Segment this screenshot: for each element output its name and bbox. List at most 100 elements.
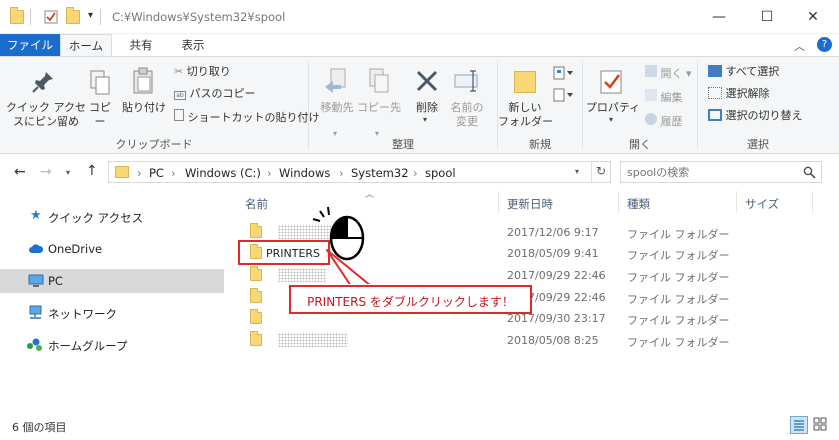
copy-path-button[interactable]: ab パスのコピー [174,87,256,101]
search-icon[interactable] [803,166,816,179]
nav-item-pc[interactable]: PC [0,269,224,293]
breadcrumb-windows-c[interactable]: Windows (C:) [185,166,261,180]
breadcrumb-windows[interactable]: Windows [279,166,330,180]
pin-icon [32,72,53,93]
move-to-button[interactable]: 移動先 [313,101,361,115]
clipboard-group: クイック アクセ スにピン留め コピー 貼り付け ✂ 切り取り ab パスのコピ… [0,57,319,155]
copy-icon [90,70,110,95]
select-none-label: 選択解除 [725,87,770,100]
column-divider[interactable] [618,191,619,213]
folder-icon [250,266,262,281]
address-dropdown-icon[interactable]: ▾ [575,167,579,176]
table-row[interactable]: 2017/09/29 22:46 ファイル フォルダー [228,264,839,286]
move-to-icon [325,68,346,93]
nav-item-label: PC [48,274,63,288]
column-header-modified[interactable]: 更新日時 [507,196,553,212]
status-bar [0,413,839,440]
column-divider[interactable] [736,191,737,213]
edit-button[interactable]: 編集 [645,89,683,105]
nav-item-onedrive[interactable]: OneDrive [0,237,224,261]
folder-icon [10,7,24,24]
rename-button[interactable]: 名前の 変更 [447,101,487,129]
computer-icon [28,274,44,287]
paste-button[interactable]: 貼り付け [120,101,168,115]
search-input[interactable] [627,164,797,180]
nav-item-quick-access[interactable]: ★ クイック アクセス [0,205,224,229]
paste-shortcut-button[interactable]: ショートカットの貼り付け [174,109,320,125]
invert-selection-button[interactable]: 選択の切り替え [708,109,803,123]
column-header-name[interactable]: 名前 [245,196,268,212]
tab-file[interactable]: ファイル [0,34,60,56]
tab-view[interactable]: 表示 [170,34,216,56]
copy-button[interactable]: コピー [84,101,116,129]
column-divider[interactable] [498,191,499,213]
open-button[interactable]: 開く ▾ [645,65,692,81]
search-box[interactable] [620,161,822,183]
file-modified: 2017/12/06 9:17 [507,226,599,239]
rename-icon [454,70,478,92]
new-group-label: 新規 [529,138,551,151]
refresh-icon[interactable]: ↻ [596,164,606,178]
invert-selection-icon [708,109,722,121]
breadcrumb-separator: › [171,166,176,180]
copy-to-button[interactable]: コピー先 [355,101,403,115]
help-button[interactable]: ? [817,37,832,52]
properties-icon[interactable] [44,10,58,24]
tab-share[interactable]: 共有 [118,34,164,56]
divider [100,9,101,25]
address-bar[interactable]: › PC › Windows (C:) › Windows › System32… [108,161,611,183]
item-count: 6 個の項目 [12,421,67,434]
cloud-icon [29,244,44,253]
close-button[interactable]: ✕ [798,8,828,26]
tab-home[interactable]: ホーム [60,34,112,56]
breadcrumb-spool[interactable]: spool [425,166,456,180]
select-all-button[interactable]: すべて選択 [708,65,779,79]
delete-button[interactable]: 削除 [409,101,445,115]
large-icons-view-button[interactable] [812,416,830,434]
breadcrumb-system32[interactable]: System32 [351,166,409,180]
edit-label: 編集 [660,91,683,104]
minimize-button[interactable]: — [704,8,734,26]
pin-quick-access-button[interactable]: クイック アクセ スにピン留め [4,101,88,129]
nav-item-network[interactable]: ネットワーク [0,301,224,325]
new-folder-icon[interactable] [66,7,80,24]
title-bar: ▾ C:¥Windows¥System32¥spool — ☐ ✕ [0,0,839,34]
file-type: ファイル フォルダー [627,336,730,349]
file-modified: 2018/05/09 9:41 [507,247,599,260]
ribbon-tabs: ファイル ホーム 共有 表示 ︿ ? [0,34,839,56]
new-folder-button[interactable]: 新しい フォルダー [498,101,553,129]
nav-item-label: OneDrive [48,242,103,256]
column-divider[interactable] [812,191,813,213]
paste-icon [133,67,153,94]
column-header-type[interactable]: 種類 [627,196,650,212]
column-header-size[interactable]: サイズ [745,196,779,212]
nav-item-homegroup[interactable]: ホームグループ [0,333,224,357]
breadcrumb-pc[interactable]: PC [149,166,164,180]
cut-button[interactable]: ✂ 切り取り [174,65,231,79]
recent-locations-icon[interactable]: ▾ [66,168,70,177]
maximize-button[interactable]: ☐ [752,8,782,26]
paste-shortcut-label: ショートカットの貼り付け [187,111,320,124]
table-row[interactable]: 2018/05/08 8:25 ファイル フォルダー [228,329,839,351]
forward-icon[interactable]: → [40,164,52,180]
file-name-redacted [278,333,348,347]
details-view-button[interactable] [790,416,808,434]
history-button[interactable]: 履歴 [645,113,683,129]
properties-button[interactable]: プロパティ [585,101,641,115]
breadcrumb-separator: › [267,166,272,180]
up-icon[interactable]: ↑ [86,163,98,179]
annotation-callout: PRINTERS をダブルクリックします！ [289,285,532,314]
customize-toolbar-icon[interactable]: ▾ [88,10,93,21]
invert-selection-label: 選択の切り替え [725,109,803,122]
breadcrumb-separator: › [413,166,418,180]
divider [30,9,31,25]
folder-icon [250,331,262,346]
delete-icon [416,70,438,92]
network-icon [29,305,42,319]
new-item-icon[interactable] [552,65,574,81]
open-icon [645,65,657,77]
select-none-button[interactable]: 選択解除 [708,87,770,101]
collapse-ribbon-icon[interactable]: ︿ [794,38,805,54]
easy-access-icon[interactable] [552,87,574,103]
back-icon[interactable]: ← [14,164,26,180]
